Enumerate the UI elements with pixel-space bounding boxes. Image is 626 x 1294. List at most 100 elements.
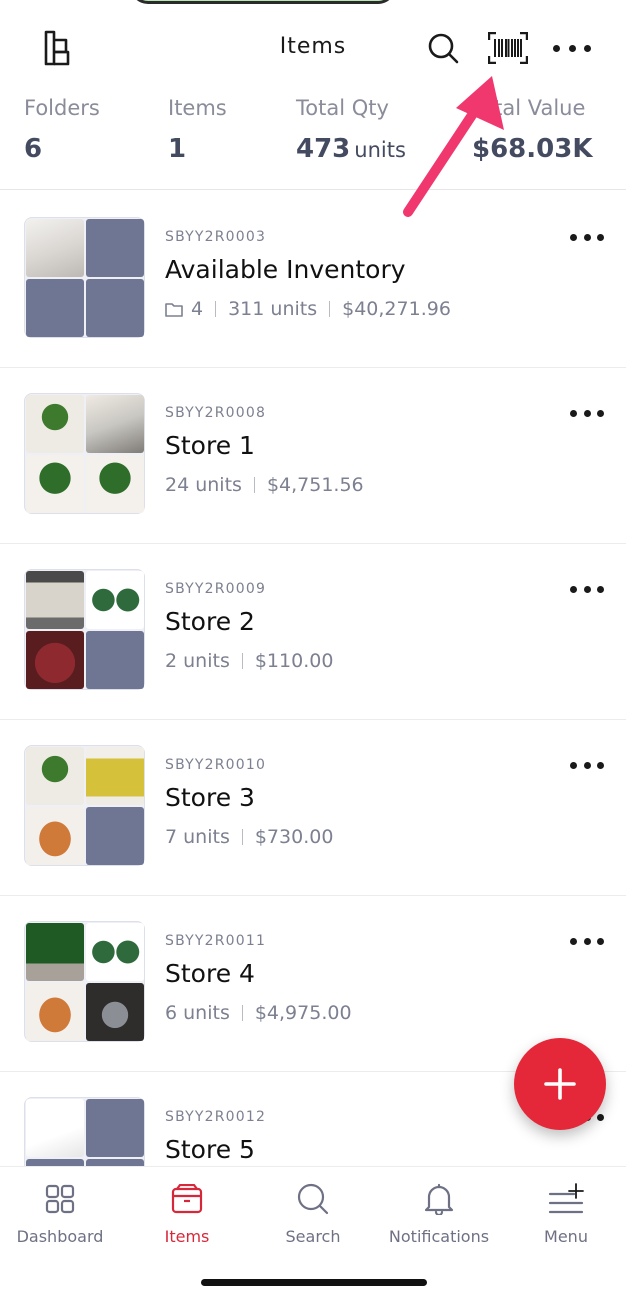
stat-label: Total Value [472,96,586,120]
thumbnail-placeholder [86,1099,144,1157]
item-meta: 4 311 units $40,271.96 [165,298,451,320]
thumbnail-image [86,983,144,1041]
folder-thumbnail [24,921,145,1042]
item-sku: SBYY2R0010 [165,757,267,773]
bottom-tab-bar: Dashboard Items Search Notifications Men… [0,1166,626,1294]
stat-label: Items [168,96,227,120]
total-value: $110.00 [254,650,334,672]
item-sku: SBYY2R0003 [165,229,267,245]
home-indicator [201,1279,427,1286]
folder-list: SBYY2R0003 Available Inventory 4 311 uni… [0,192,626,1166]
divider [253,477,255,493]
summary-stats: Folders 6 Items 1 Total Qty 473 units Tot… [0,92,626,190]
thumbnail-placeholder [26,1159,84,1166]
tab-label: Dashboard [16,1227,104,1246]
bell-icon [376,1179,502,1219]
divider [241,829,243,845]
list-item[interactable]: SBYY2R0003 Available Inventory 4 311 uni… [0,192,626,368]
stat-number: 473 [296,134,351,164]
total-value: $730.00 [254,826,334,848]
unit-count: 7 units [165,826,230,848]
item-name: Store 2 [165,607,255,636]
item-meta: 2 units $110.00 [165,650,333,672]
stat-label: Total Qty [296,96,389,120]
item-name: Store 4 [165,959,255,988]
list-item[interactable]: SBYY2R0010 Store 3 7 units $730.00 [0,720,626,896]
tab-dashboard[interactable]: Dashboard [0,1179,123,1246]
plus-icon [544,1068,576,1100]
folder-thumbnail [24,217,145,338]
thumbnail-placeholder [86,807,144,865]
stat-items: Items 1 [168,96,227,164]
unit-count: 311 units [228,298,318,320]
item-sku: SBYY2R0012 [165,1109,267,1125]
list-item[interactable]: SBYY2R0009 Store 2 2 units $110.00 [0,544,626,720]
thumbnail-placeholder [86,279,144,337]
thumbnail-image [26,219,84,277]
tab-label: Items [164,1227,210,1246]
grid-icon [0,1179,123,1219]
thumbnail-image [26,395,84,453]
thumbnail-image [86,747,144,805]
tab-items[interactable]: Items [124,1179,250,1246]
tab-search[interactable]: Search [250,1179,376,1246]
unit-count: 2 units [165,650,230,672]
add-button[interactable] [514,1038,606,1130]
tab-label: Search [285,1227,341,1246]
stat-folders: Folders 6 [24,96,100,164]
tab-label: Notifications [388,1227,490,1246]
item-name: Store 1 [165,431,255,460]
thumbnail-image [26,1099,84,1157]
thumbnail-image [86,923,144,981]
row-more-icon[interactable] [570,754,604,776]
thumbnail-image [26,923,84,981]
folder-thumbnail [24,1097,145,1166]
item-sku: SBYY2R0008 [165,405,267,421]
stat-value: $68.03K [472,134,593,164]
total-value: $40,271.96 [342,298,451,320]
barcode-icon[interactable] [488,28,528,68]
row-more-icon[interactable] [570,578,604,600]
folder-thumbnail [24,393,145,514]
thumbnail-placeholder [86,631,144,689]
tab-menu[interactable]: Menu [503,1179,626,1246]
divider [241,1005,243,1021]
divider [241,653,243,669]
stat-value: 473 units [296,134,406,164]
item-sku: SBYY2R0009 [165,581,267,597]
search-icon[interactable] [423,28,463,68]
total-value: $4,751.56 [266,474,364,496]
tab-notifications[interactable]: Notifications [376,1179,502,1246]
menu-icon [503,1179,626,1219]
thumbnail-image [86,571,144,629]
thumbnail-placeholder [86,1159,144,1166]
thumbnail-image [26,747,84,805]
item-meta: 7 units $730.00 [165,826,333,848]
item-meta: 6 units $4,975.00 [165,1002,352,1024]
more-icon[interactable] [553,28,591,68]
top-bar: Items [0,0,626,96]
thumbnail-image [26,455,84,513]
search-icon [250,1179,376,1219]
thumbnail-image [26,631,84,689]
unit-count: 6 units [165,1002,230,1024]
row-more-icon[interactable] [570,226,604,248]
folder-count: 4 [191,298,204,320]
item-sku: SBYY2R0011 [165,933,267,949]
tab-label: Menu [544,1227,588,1246]
stat-total-value: Total Value $68.03K [472,96,592,164]
thumbnail-placeholder [26,279,84,337]
row-more-icon[interactable] [570,930,604,952]
row-more-icon[interactable] [570,402,604,424]
list-item[interactable]: SBYY2R0008 Store 1 24 units $4,751.56 [0,368,626,544]
page-title: Items [279,34,347,59]
stat-unit: units [354,138,406,162]
divider [329,301,331,317]
unit-count: 24 units [165,474,242,496]
list-item[interactable]: SBYY2R0011 Store 4 6 units $4,975.00 [0,896,626,1072]
thumbnail-placeholder [86,219,144,277]
stat-total-qty: Total Qty 473 units [296,96,406,164]
folder-thumbnail [24,745,145,866]
item-name: Store 5 [165,1135,255,1164]
divider [215,301,217,317]
